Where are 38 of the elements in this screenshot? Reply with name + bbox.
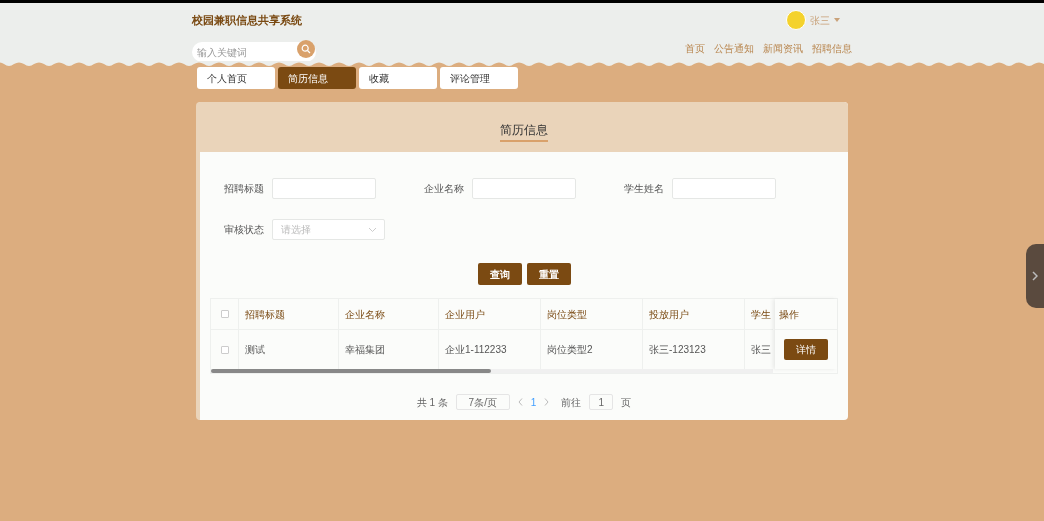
total-count: 共 1 条 [416,395,448,410]
checkbox[interactable] [220,310,229,318]
input-field[interactable] [272,178,376,199]
field-label: 审核状态 [224,223,265,237]
scrollbar-thumb[interactable] [211,369,491,373]
page-size-select[interactable]: 7条/页 [455,394,510,410]
goto-label: 前往 [561,395,582,410]
column-header: 投放用户 [643,299,745,329]
column-header: 招聘标题 [239,299,339,329]
chevron-left-icon[interactable] [517,398,523,406]
caret-icon[interactable] [834,18,840,22]
search-field[interactable]: 输入关键词 [192,42,316,62]
side-toggle-button[interactable] [1026,244,1044,308]
field-label: 企业名称 [424,182,465,196]
chevron-right-icon[interactable] [1032,271,1038,281]
checkbox[interactable] [220,345,229,354]
input-field[interactable] [472,178,576,199]
search-icon[interactable] [297,39,315,58]
avatar[interactable] [786,10,806,30]
site-title: 校园兼职信息共享系统 [192,13,303,28]
column-header: 企业用户 [439,299,541,329]
column-header: 岗位类型 [541,299,643,329]
column-header: 操作 [775,299,837,330]
tab[interactable]: 个人首页 [197,67,275,89]
column-header: 企业名称 [339,299,439,329]
field-label: 学生姓名 [624,182,665,196]
page-suffix: 页 [621,395,632,410]
page-input[interactable]: 1 [589,394,614,410]
chevron-down-icon[interactable] [369,227,376,232]
tab[interactable]: 收藏 [359,67,437,89]
button[interactable]: 重置 [526,263,571,285]
tab[interactable]: 评论管理 [440,67,518,89]
details-button[interactable]: 详情 [784,339,828,360]
tab[interactable]: 简历信息 [278,67,356,89]
panel-title: 简历信息 [500,120,548,142]
input-field[interactable] [672,178,776,199]
button[interactable]: 查询 [477,263,522,285]
field-label: 招聘标题 [224,182,265,196]
